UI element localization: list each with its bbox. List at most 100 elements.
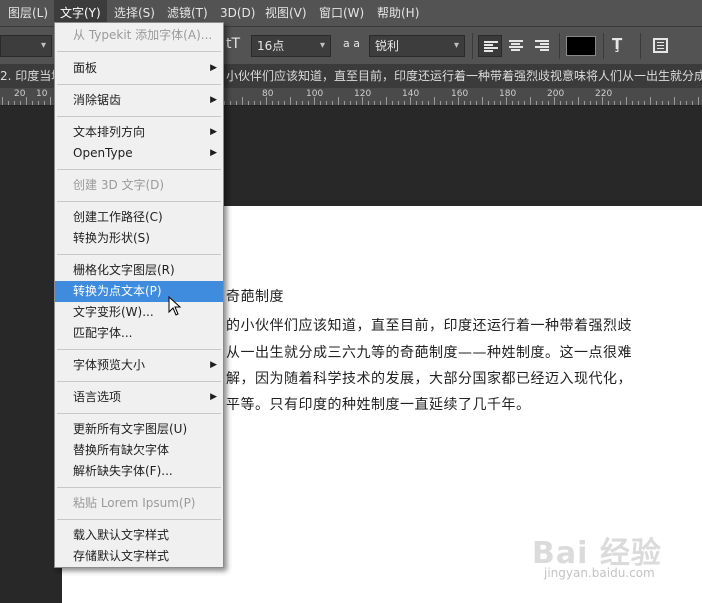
ruler-tick: [476, 101, 477, 105]
menu-resolve-missing-fonts[interactable]: 解析缺失字体(F)...: [55, 461, 223, 482]
menu-convert-to-shape[interactable]: 转换为形状(S): [55, 228, 223, 249]
menu-help[interactable]: 帮助(H): [371, 0, 425, 26]
ruler-tick: [44, 101, 45, 105]
menu-item-label: 字体预览大小: [73, 358, 146, 372]
ruler-tick: [602, 97, 603, 105]
menu-item-label: 载入默认文字样式: [73, 528, 170, 542]
font-size-icon: tT: [226, 36, 241, 52]
ruler-tick: [398, 101, 399, 105]
menu-item-label: 从 Typekit 添加字体(A)...: [73, 28, 213, 42]
ruler-tick: [278, 101, 279, 105]
menu-panels[interactable]: 面板 ▶: [55, 58, 223, 79]
character-panel-icon[interactable]: [653, 38, 668, 53]
ruler-tick: [656, 101, 657, 105]
ruler-tick: [440, 101, 441, 105]
font-size-select[interactable]: 16点 ▾: [251, 35, 331, 57]
menu-convert-to-point-text[interactable]: 转换为点文本(P): [55, 281, 223, 302]
align-left-icon: [484, 41, 498, 53]
ruler-tick: [284, 101, 285, 105]
ruler-tick: [350, 101, 351, 105]
ruler-tick: [2, 97, 3, 105]
menu-warp-text[interactable]: 文字变形(W)...: [55, 302, 223, 323]
text-color-swatch[interactable]: [566, 36, 596, 56]
document-tab-title-continued: 小伙伴们应该知道，直至目前，印度还运行着一种带着强烈歧视意味将人们从一出生就分成: [226, 69, 702, 83]
menu-item-label: 匹配字体...: [73, 326, 133, 340]
ruler-tick: [686, 101, 687, 105]
ruler-tick: [578, 97, 579, 105]
ruler-tick: [374, 101, 375, 105]
ruler-tick: [620, 101, 621, 105]
ruler-tick: [320, 101, 321, 105]
font-style-select[interactable]: ▾: [0, 35, 52, 57]
menu-font-preview-size[interactable]: 字体预览大小 ▶: [55, 355, 223, 376]
menu-window[interactable]: 窗口(W): [313, 0, 370, 26]
ruler-tick: [626, 97, 627, 105]
ruler-tick: [446, 101, 447, 105]
menu-item-label: 粘贴 Lorem Ipsum(P): [73, 496, 196, 510]
menu-opentype[interactable]: OpenType ▶: [55, 143, 223, 164]
align-center-button[interactable]: [504, 35, 528, 57]
align-right-button[interactable]: [530, 35, 554, 57]
ruler-tick: [296, 101, 297, 105]
warp-text-icon[interactable]: Ţ: [612, 35, 622, 53]
menu-item-label: 文本排列方向: [73, 125, 146, 139]
menu-language-options[interactable]: 语言选项 ▶: [55, 387, 223, 408]
ruler-tick: [236, 101, 237, 105]
ruler-tick: [50, 97, 51, 105]
ruler-tick: [500, 101, 501, 105]
ruler-tick: [386, 97, 387, 105]
ruler-tick: [260, 101, 261, 105]
watermark-url: jingyan.baidu.com: [544, 566, 655, 580]
ruler-tick: [38, 101, 39, 105]
menu-layer[interactable]: 图层(L): [2, 0, 54, 26]
align-left-button[interactable]: [478, 35, 502, 57]
menu-load-default-type-styles[interactable]: 载入默认文字样式: [55, 525, 223, 546]
ruler-tick: [422, 101, 423, 105]
ruler-label: 180: [499, 89, 517, 99]
type-menu-dropdown: 从 Typekit 添加字体(A)... 面板 ▶ 消除锯齿 ▶ 文本排列方向 ▶ O…: [54, 22, 224, 568]
menu-item-label: OpenType: [73, 146, 133, 160]
ruler-tick: [392, 101, 393, 105]
menu-rasterize-type-layer[interactable]: 栅格化文字图层(R): [55, 260, 223, 281]
ruler-tick: [614, 101, 615, 105]
menu-match-font[interactable]: 匹配字体...: [55, 323, 223, 344]
ruler-tick: [344, 101, 345, 105]
menu-item-label: 创建工作路径(C): [73, 210, 163, 224]
antialias-select[interactable]: 锐利 ▾: [369, 35, 465, 57]
menu-item-label: 更新所有文字图层(U): [73, 422, 188, 436]
ruler-tick: [470, 101, 471, 105]
ruler-tick: [596, 101, 597, 105]
ruler-tick: [542, 101, 543, 105]
document-text-line: 奇葩制度: [226, 289, 284, 305]
ruler-tick: [680, 101, 681, 105]
menu-replace-missing-fonts[interactable]: 替换所有缺欠字体: [55, 440, 223, 461]
ruler-tick: [32, 101, 33, 105]
ruler-tick: [428, 101, 429, 105]
ruler-tick: [434, 97, 435, 105]
menu-anti-alias[interactable]: 消除锯齿 ▶: [55, 90, 223, 111]
menu-view[interactable]: 视图(V): [259, 0, 313, 26]
menu-orientation[interactable]: 文本排列方向 ▶: [55, 122, 223, 143]
menu-add-fonts-typekit[interactable]: 从 Typekit 添加字体(A)...: [55, 25, 223, 46]
ruler-tick: [662, 101, 663, 105]
menu-item-label: 文字变形(W)...: [73, 305, 154, 319]
ruler-tick: [380, 101, 381, 105]
menu-update-all-text-layers[interactable]: 更新所有文字图层(U): [55, 419, 223, 440]
menu-create-3d-text[interactable]: 创建 3D 文字(D): [55, 175, 223, 196]
ruler-tick: [20, 101, 21, 105]
ruler-tick: [464, 101, 465, 105]
ruler-tick: [368, 101, 369, 105]
submenu-arrow-icon: ▶: [210, 148, 217, 158]
baidu-jingyan-watermark: Bai 经验 jingyan.baidu.com: [532, 528, 692, 592]
ruler-tick: [494, 101, 495, 105]
submenu-arrow-icon: ▶: [210, 360, 217, 370]
ruler-tick: [644, 101, 645, 105]
menu-paste-lorem-ipsum[interactable]: 粘贴 Lorem Ipsum(P): [55, 493, 223, 514]
submenu-arrow-icon: ▶: [210, 95, 217, 105]
ruler-tick: [608, 101, 609, 105]
menu-create-work-path[interactable]: 创建工作路径(C): [55, 207, 223, 228]
ruler-tick: [314, 97, 315, 105]
menu-save-default-type-styles[interactable]: 存储默认文字样式: [55, 546, 223, 567]
ruler-tick: [524, 101, 525, 105]
antialias-icon: a a: [343, 37, 360, 50]
